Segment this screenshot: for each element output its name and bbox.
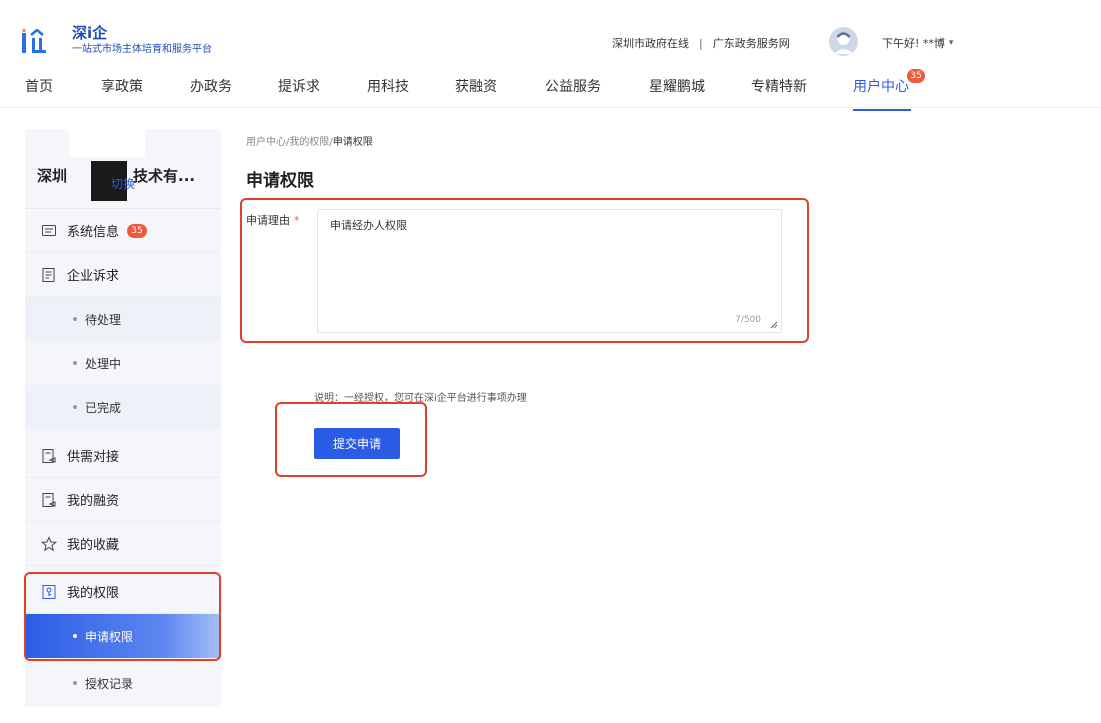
bullet-dot bbox=[73, 317, 77, 321]
breadcrumb-current: 申请权限 bbox=[332, 137, 373, 148]
nav-gov-affairs[interactable]: 办政务 bbox=[190, 76, 232, 96]
bullet-dot bbox=[73, 405, 77, 409]
bullet-dot bbox=[73, 681, 77, 685]
sidebar-item-enterprise-appeal[interactable]: 企业诉求 bbox=[25, 253, 221, 297]
top-link-gd-gov[interactable]: 广东政务服务网 bbox=[713, 35, 790, 51]
message-icon bbox=[42, 224, 56, 236]
nav-policy[interactable]: 享政策 bbox=[101, 76, 143, 96]
document-icon bbox=[42, 448, 56, 463]
top-link-sz-gov[interactable]: 深圳市政府在线 bbox=[612, 35, 689, 51]
chevron-down-icon: ▾ bbox=[948, 38, 954, 48]
document-icon bbox=[42, 492, 56, 507]
switch-company-link[interactable]: 切换 bbox=[111, 175, 135, 192]
sidebar-item-my-favorites[interactable]: 我的收藏 bbox=[25, 522, 221, 566]
bullet-dot bbox=[73, 361, 77, 365]
sidebar-subitem-processing[interactable]: 处理中 bbox=[25, 341, 221, 385]
sidebar-subitem-label: 待处理 bbox=[85, 312, 122, 327]
nav-star-pengcheng[interactable]: 星耀鹏城 bbox=[649, 76, 705, 96]
unread-badge: 35 bbox=[127, 223, 148, 238]
sidebar-subitem-pending[interactable]: 待处理 bbox=[25, 297, 221, 341]
company-name-prefix: 深圳 bbox=[37, 166, 68, 185]
breadcrumb: 用户中心/我的权限/申请权限 bbox=[246, 133, 373, 148]
nav-user-center-label: 用户中心 bbox=[853, 79, 909, 95]
logo-icon bbox=[22, 28, 46, 53]
sidebar-item-label: 我的收藏 bbox=[67, 538, 120, 553]
sidebar-subitem-label: 已完成 bbox=[85, 400, 122, 415]
sidebar-item-my-finance[interactable]: 我的融资 bbox=[25, 478, 221, 522]
greeting-text: 下午好! **博 bbox=[882, 37, 945, 50]
redaction-white bbox=[69, 121, 145, 157]
breadcrumb-item[interactable]: 用户中心 bbox=[246, 137, 286, 148]
sidebar-item-label: 系统信息 bbox=[67, 225, 120, 240]
sidebar-subitem-completed[interactable]: 已完成 bbox=[25, 385, 221, 429]
company-switcher: 深圳 技术有... 切换 bbox=[25, 121, 221, 209]
nav-tech[interactable]: 用科技 bbox=[367, 76, 409, 96]
annotation-frame-sidebar bbox=[24, 572, 221, 661]
sidebar-item-system-info[interactable]: 系统信息 35 bbox=[25, 209, 221, 253]
user-avatar-icon bbox=[829, 27, 858, 56]
sidebar-item-label: 供需对接 bbox=[67, 450, 120, 465]
top-link-separator: | bbox=[699, 36, 703, 50]
sidebar-subitem-label: 处理中 bbox=[85, 356, 122, 371]
sidebar-item-label: 企业诉求 bbox=[67, 269, 120, 284]
nav-finance[interactable]: 获融资 bbox=[455, 76, 497, 96]
top-links: 深圳市政府在线 | 广东政务服务网 bbox=[612, 35, 790, 51]
nav-public-service[interactable]: 公益服务 bbox=[545, 76, 601, 96]
main-nav: 首页 享政策 办政务 提诉求 用科技 获融资 公益服务 星耀鹏城 专精特新 用户… bbox=[0, 69, 1101, 111]
sidebar-subitem-auth-records[interactable]: 授权记录 bbox=[25, 661, 221, 705]
annotation-frame-form bbox=[240, 198, 809, 343]
nav-badge: 35 bbox=[907, 69, 925, 83]
nav-appeal[interactable]: 提诉求 bbox=[278, 76, 320, 96]
annotation-frame-submit bbox=[275, 402, 427, 477]
site-header: 深i企 一站式市场主体培育和服务平台 深圳市政府在线 | 广东政务服务网 下午好… bbox=[0, 0, 1101, 111]
form-icon bbox=[42, 267, 55, 282]
nav-specialized[interactable]: 专精特新 bbox=[751, 76, 807, 96]
star-icon bbox=[41, 535, 57, 551]
sidebar-item-label: 我的融资 bbox=[67, 494, 120, 509]
page-title: 申请权限 bbox=[246, 171, 314, 191]
sidebar-item-supply-demand[interactable]: 供需对接 bbox=[25, 434, 221, 478]
logo-title: 深i企 bbox=[72, 24, 108, 42]
user-greeting[interactable]: 下午好! **博 ▾ bbox=[882, 35, 953, 51]
nav-active-underline bbox=[853, 109, 911, 111]
sidebar-subitem-label: 授权记录 bbox=[85, 676, 134, 691]
breadcrumb-item[interactable]: 我的权限 bbox=[289, 137, 329, 148]
nav-user-center[interactable]: 用户中心35 bbox=[853, 69, 925, 96]
logo-subtitle: 一站式市场主体培育和服务平台 bbox=[72, 44, 212, 55]
nav-home[interactable]: 首页 bbox=[25, 76, 53, 96]
company-name-suffix: 技术有... bbox=[133, 166, 196, 185]
logo[interactable]: 深i企 一站式市场主体培育和服务平台 bbox=[22, 26, 212, 55]
avatar[interactable] bbox=[829, 27, 858, 56]
